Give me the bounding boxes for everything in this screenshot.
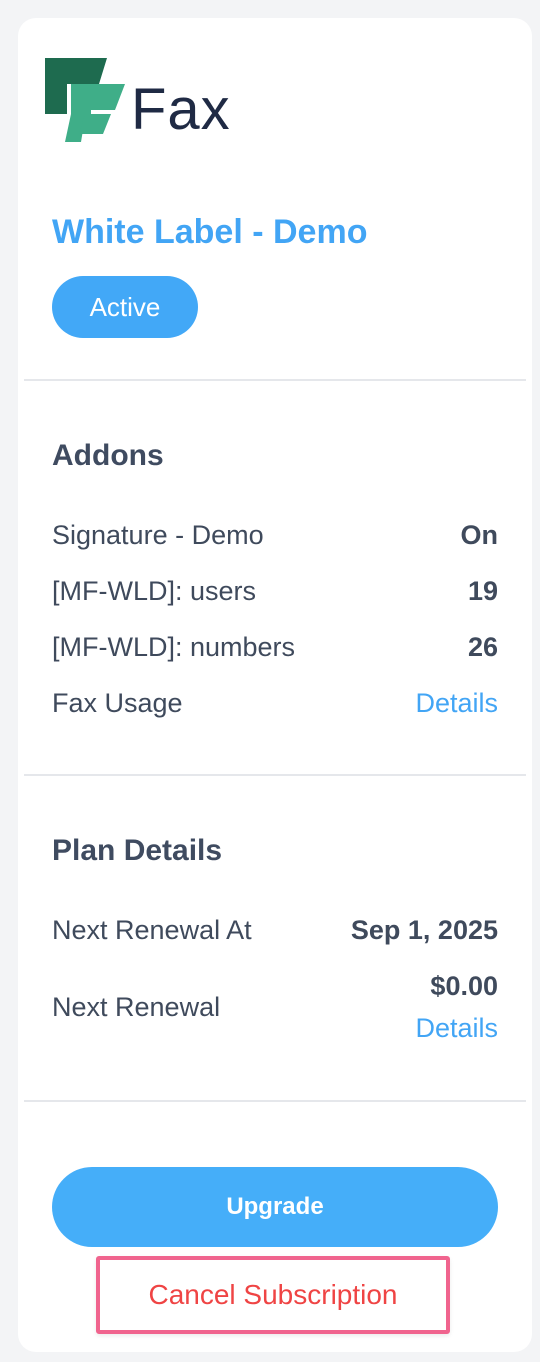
divider <box>24 1100 526 1102</box>
logo-text: Fax <box>131 77 231 142</box>
fax-usage-details-link[interactable]: Details <box>415 688 498 719</box>
plan-title: White Label - Demo <box>52 213 368 251</box>
plan-details-title: Plan Details <box>52 834 223 867</box>
cancel-subscription-link[interactable]: Cancel Subscription <box>148 1279 397 1311</box>
fax-logo: Fax <box>45 58 245 158</box>
addon-value-signature: On <box>460 520 499 550</box>
next-renewal-amount: $0.00 <box>430 971 498 1001</box>
next-renewal-at-value: Sep 1, 2025 <box>350 915 498 945</box>
next-renewal-label: Next Renewal <box>52 992 221 1022</box>
status-badge: Active <box>52 276 198 338</box>
divider <box>24 379 526 381</box>
upgrade-button[interactable]: Upgrade <box>52 1167 498 1247</box>
next-renewal-at-label: Next Renewal At <box>52 915 252 945</box>
addons-title: Addons <box>52 439 164 472</box>
addon-value-users: 19 <box>467 576 498 606</box>
cancel-subscription-highlight: Cancel Subscription <box>96 1256 450 1334</box>
addon-label-signature: Signature - Demo <box>52 520 264 550</box>
addon-label-fax-usage: Fax Usage <box>52 688 183 718</box>
subscription-card: Fax White Label - Demo Active Addons Sig… <box>18 18 532 1352</box>
fax-logo-icon <box>45 58 125 142</box>
addon-label-users: [MF-WLD]: users <box>52 576 257 606</box>
addon-value-numbers: 26 <box>467 632 498 662</box>
next-renewal-details-link[interactable]: Details <box>415 1013 498 1044</box>
addon-label-numbers: [MF-WLD]: numbers <box>52 632 296 662</box>
divider <box>24 774 526 776</box>
